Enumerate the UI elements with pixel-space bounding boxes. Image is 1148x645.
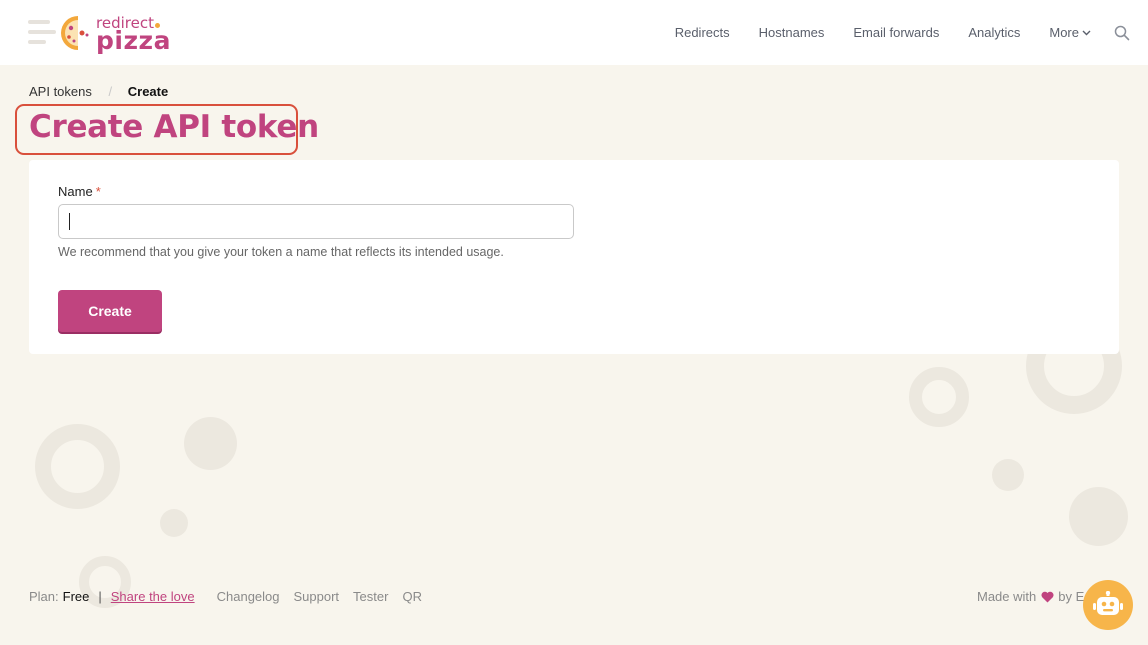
- required-asterisk: *: [95, 184, 101, 199]
- made-with-text: Made with: [977, 589, 1037, 604]
- breadcrumb: API tokens / Create: [29, 84, 168, 99]
- footer-link-tester[interactable]: Tester: [353, 589, 388, 604]
- pizza-logo-icon: [61, 16, 89, 50]
- breadcrumb-api-tokens[interactable]: API tokens: [29, 84, 92, 99]
- name-label-text: Name: [58, 184, 93, 199]
- by-text: by E: [1058, 589, 1085, 604]
- plan-value: Free: [62, 589, 90, 604]
- chat-bot-button[interactable]: [1083, 580, 1133, 630]
- decorative-dot: [1069, 487, 1128, 546]
- footer-right: Made with by E: [977, 589, 1084, 604]
- create-token-form-card: Name * We recommend that you give your to…: [29, 160, 1119, 354]
- footer-link-changelog[interactable]: Changelog: [217, 589, 280, 604]
- name-field-label: Name *: [58, 184, 101, 199]
- logo[interactable]: redirect pizza: [28, 12, 171, 55]
- token-name-input[interactable]: [58, 204, 574, 239]
- plan-label: Plan:: [29, 589, 59, 604]
- decorative-ring: [35, 424, 120, 509]
- search-button[interactable]: [1114, 25, 1130, 41]
- decorative-dot: [184, 417, 237, 470]
- share-the-love-link[interactable]: Share the love: [111, 589, 195, 604]
- create-button[interactable]: Create: [58, 290, 162, 332]
- robot-icon: [1093, 591, 1123, 615]
- logo-speed-lines: [28, 20, 56, 50]
- breadcrumb-current: Create: [127, 84, 169, 99]
- search-icon: [1114, 25, 1130, 40]
- footer-separator: |: [98, 589, 102, 604]
- text-cursor: [69, 213, 70, 230]
- nav-email-forwards[interactable]: Email forwards: [853, 25, 939, 40]
- nav-more-dropdown[interactable]: More: [1049, 25, 1091, 40]
- logo-wordmark-bottom: pizza: [96, 26, 171, 55]
- decorative-dot: [160, 509, 188, 537]
- nav-redirects[interactable]: Redirects: [675, 25, 730, 40]
- nav-analytics[interactable]: Analytics: [968, 25, 1020, 40]
- name-help-text: We recommend that you give your token a …: [58, 245, 504, 259]
- footer-link-support[interactable]: Support: [294, 589, 340, 604]
- top-navigation-bar: redirect pizza Redirects Hostnames Email…: [0, 0, 1148, 65]
- breadcrumb-separator: /: [108, 84, 113, 99]
- page-title-highlight: Create API token: [15, 104, 319, 155]
- decorative-ring: [909, 367, 969, 427]
- footer-link-qr[interactable]: QR: [402, 589, 422, 604]
- nav-more-label: More: [1049, 25, 1079, 40]
- heart-icon: [1041, 591, 1054, 603]
- chevron-down-icon: [1082, 30, 1091, 35]
- page-title: Create API token: [29, 109, 319, 145]
- main-nav: Redirects Hostnames Email forwards Analy…: [646, 0, 1130, 65]
- nav-hostnames[interactable]: Hostnames: [759, 25, 825, 40]
- decorative-dot: [992, 459, 1024, 491]
- footer-left: Plan: Free | Share the love Changelog Su…: [29, 589, 436, 604]
